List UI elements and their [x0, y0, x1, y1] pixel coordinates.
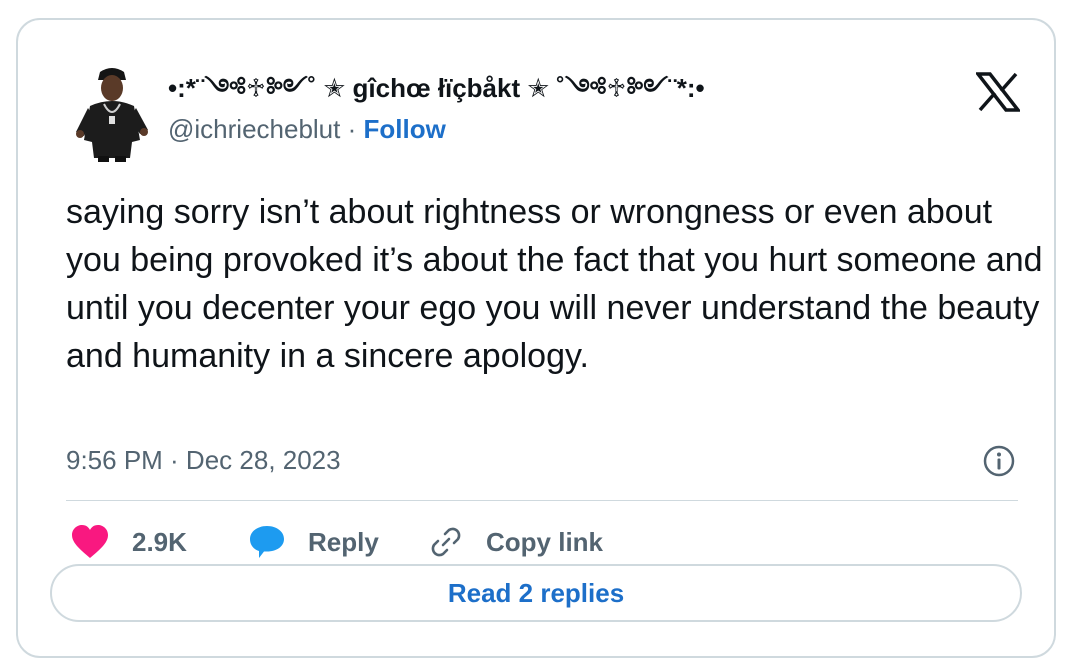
read-replies-button[interactable]: Read 2 replies [50, 564, 1022, 622]
avatar[interactable] [66, 62, 158, 162]
copy-link-label: Copy link [486, 526, 604, 557]
tweet-card: •:*¨༺♱༻˚ ✭ gîchœ łïçbåkt ✭ ˚༺♱༻¨*:• @ich… [16, 18, 1056, 658]
reply-bubble-icon [250, 526, 284, 558]
link-icon [431, 527, 461, 557]
reply-button[interactable]: Reply [248, 524, 428, 560]
copy-link-button[interactable]: Copy link [428, 524, 603, 560]
like-button[interactable]: 2.9K [70, 524, 248, 560]
action-bar: 2.9K Reply Copy link [70, 520, 603, 564]
like-count: 2.9K [132, 526, 187, 557]
follow-button[interactable]: Follow [364, 114, 446, 144]
author-info: •:*¨༺♱༻˚ ✭ gîchœ łïçbåkt ✭ ˚༺♱༻¨*:• @ich… [168, 70, 705, 146]
author-display-name[interactable]: •:*¨༺♱༻˚ ✭ gîchœ łïçbåkt ✭ ˚༺♱༻¨*:• [168, 70, 705, 106]
x-logo-icon[interactable] [974, 72, 1022, 112]
handle-row: @ichriecheblut · Follow [168, 112, 705, 146]
info-icon[interactable] [982, 444, 1016, 478]
separator-dot: · [347, 114, 357, 144]
reply-label: Reply [308, 526, 379, 557]
person-avatar-icon [76, 68, 148, 162]
heart-icon [72, 525, 108, 558]
tweet-text: saying sorry isn’t about rightness or wr… [66, 193, 1043, 375]
divider [66, 500, 1018, 501]
tweet-timestamp[interactable]: 9:56 PM · Dec 28, 2023 [66, 440, 341, 480]
author-handle[interactable]: @ichriecheblut [168, 114, 340, 144]
